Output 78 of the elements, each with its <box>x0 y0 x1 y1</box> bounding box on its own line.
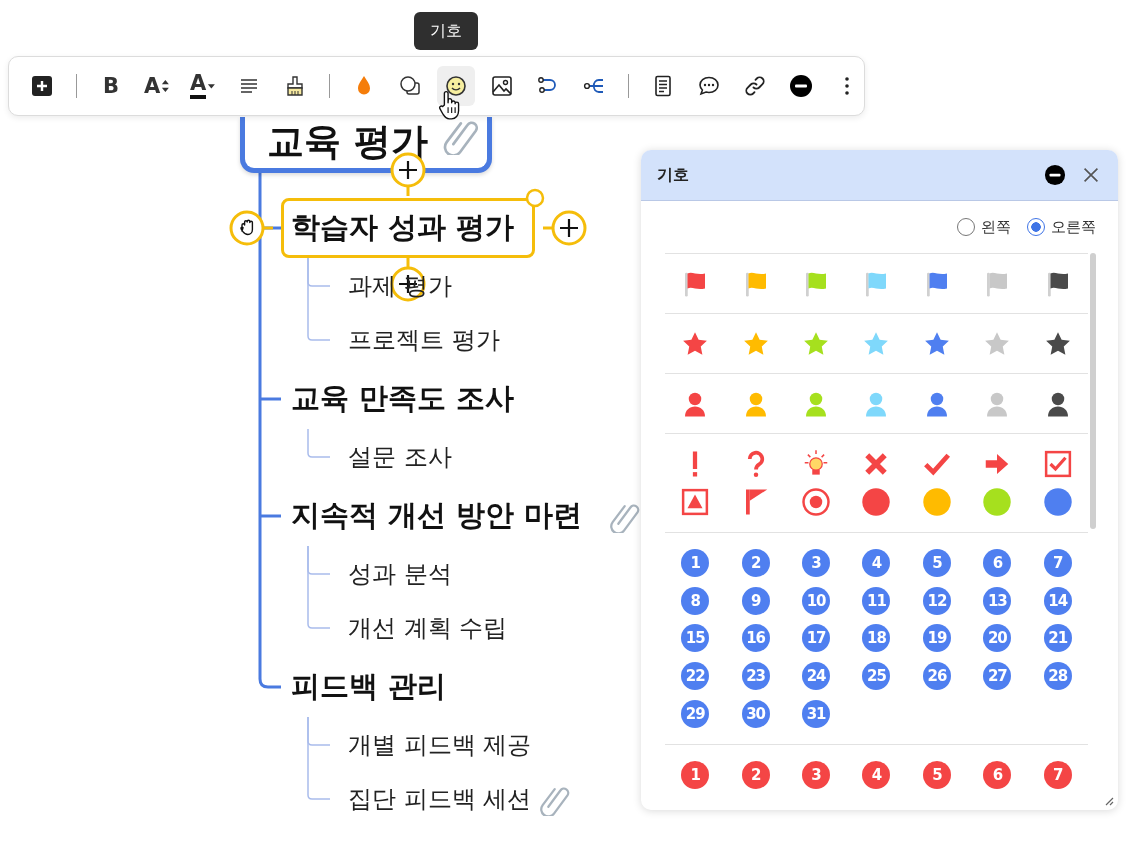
number-marker[interactable]: 19 <box>922 624 951 653</box>
minus-circle-icon[interactable] <box>1044 164 1066 186</box>
number-marker[interactable]: 16 <box>741 624 770 653</box>
number-marker[interactable]: 15 <box>681 624 710 653</box>
number-marker[interactable]: 13 <box>983 586 1012 615</box>
position-radio[interactable]: 왼쪽 <box>957 217 1011 237</box>
number-marker[interactable]: 20 <box>983 624 1012 653</box>
plus-icon <box>30 74 54 98</box>
number-marker[interactable]: 14 <box>1043 586 1072 615</box>
number-marker[interactable]: 2 <box>741 548 770 577</box>
number-marker[interactable]: 3 <box>802 548 831 577</box>
panel-title: 기호 <box>657 164 690 186</box>
font-color-button[interactable]: A <box>184 66 222 106</box>
caret-icon <box>207 81 216 91</box>
number-marker[interactable]: 1 <box>681 548 710 577</box>
subtopic-text[interactable]: 개선 계획 수립 <box>348 612 508 644</box>
number-marker[interactable]: 10 <box>802 586 831 615</box>
add-topic-handle[interactable] <box>542 210 587 246</box>
number-marker[interactable]: 7 <box>1043 760 1072 789</box>
position-radio[interactable]: 오른쪽 <box>1027 217 1096 237</box>
number-marker[interactable]: 22 <box>681 662 710 691</box>
number-marker[interactable]: 18 <box>862 624 891 653</box>
number-marker[interactable]: 30 <box>741 700 770 729</box>
subtopic-text[interactable]: 설문 조사 <box>348 441 452 473</box>
number-marker[interactable]: 3 <box>802 760 831 789</box>
smiley-icon <box>444 74 468 98</box>
subtopic-text[interactable]: 프로젝트 평가 <box>348 324 500 356</box>
target-icon[interactable] <box>801 487 832 517</box>
radio-button[interactable] <box>1027 218 1045 236</box>
number-marker[interactable]: 24 <box>802 662 831 691</box>
checkbox-icon[interactable] <box>1042 449 1073 479</box>
number-marker[interactable]: 11 <box>862 586 891 615</box>
font-size-button[interactable]: A <box>138 66 176 106</box>
image-icon <box>490 74 514 98</box>
resize-handle[interactable] <box>524 188 545 208</box>
shapes-icon <box>398 74 422 98</box>
dot-icon[interactable] <box>921 487 952 517</box>
number-marker[interactable]: 17 <box>802 624 831 653</box>
number-marker[interactable]: 26 <box>922 662 951 691</box>
number-marker[interactable]: 25 <box>862 662 891 691</box>
tooltip: 기호 <box>414 12 478 50</box>
more-icon <box>845 77 849 95</box>
number-marker[interactable]: 5 <box>922 760 951 789</box>
number-marker[interactable]: 21 <box>1043 624 1072 653</box>
radio-button[interactable] <box>957 218 975 236</box>
number-marker[interactable]: 12 <box>922 586 951 615</box>
emoji-button[interactable] <box>437 66 475 106</box>
number-marker[interactable]: 6 <box>983 548 1012 577</box>
number-marker[interactable]: 31 <box>802 700 831 729</box>
connector-line <box>307 426 331 458</box>
topic-node[interactable]: 학습자 성과 평가 <box>281 198 535 258</box>
dot-icon[interactable] <box>1042 487 1073 517</box>
comment-icon <box>697 74 721 98</box>
number-marker[interactable]: 28 <box>1043 662 1072 691</box>
link-icon <box>743 74 767 98</box>
number-marker[interactable]: 29 <box>681 700 710 729</box>
minus-circle-icon <box>789 74 813 98</box>
number-marker[interactable]: 4 <box>862 760 891 789</box>
number-marker[interactable]: 2 <box>741 760 770 789</box>
subtopic-text[interactable]: 집단 피드백 세션 <box>348 783 532 815</box>
number-marker[interactable]: 6 <box>983 760 1012 789</box>
number-marker[interactable]: 4 <box>862 548 891 577</box>
number-marker[interactable]: 5 <box>922 548 951 577</box>
number-marker[interactable]: 9 <box>741 586 770 615</box>
scrollbar-thumb[interactable] <box>1090 253 1096 529</box>
triangle-box-icon[interactable] <box>680 487 711 517</box>
bold-button[interactable]: B <box>92 66 130 106</box>
drag-handle[interactable] <box>229 210 273 246</box>
number-marker[interactable]: 7 <box>1043 548 1072 577</box>
dot-icon[interactable] <box>982 487 1013 517</box>
subtopic-text[interactable]: 성과 분석 <box>348 558 452 590</box>
number-marker[interactable]: 1 <box>681 760 710 789</box>
root-topic[interactable]: 교육 평가 <box>240 117 492 173</box>
number-marker[interactable]: 23 <box>741 662 770 691</box>
dot-icon[interactable] <box>861 487 892 517</box>
subtopic-text[interactable]: 개별 피드백 제공 <box>348 729 532 761</box>
number-marker[interactable]: 8 <box>681 586 710 615</box>
number-marker[interactable]: 27 <box>983 662 1012 691</box>
